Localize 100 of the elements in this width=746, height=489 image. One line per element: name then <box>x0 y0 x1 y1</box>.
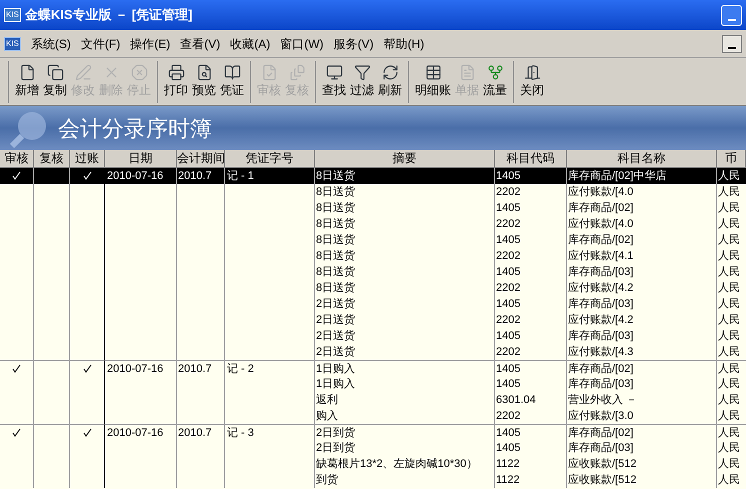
table-cell: 1405 <box>496 234 520 246</box>
table-cell: 人民 <box>718 346 740 358</box>
toolbar-button[interactable]: 预览 <box>190 64 218 99</box>
filter-icon <box>354 64 370 81</box>
table-row[interactable]: 返利 6301.04 营业外收入 － 人民 <box>0 392 746 408</box>
column-header[interactable]: 摘要 <box>315 150 495 167</box>
toolbar-button[interactable]: 流量 <box>481 64 509 99</box>
table-row[interactable]: 8日送货 1405 库存商品/[02] 人民 <box>0 232 746 248</box>
table-cell: 应付账款/[4.2 <box>568 314 634 326</box>
menu-item[interactable]: 操作(E) <box>130 34 170 52</box>
menu-item[interactable]: 系统(S) <box>30 34 71 52</box>
toolbar-button[interactable]: 打印 <box>162 64 190 99</box>
table-cell: 库存商品/[03] <box>568 298 634 310</box>
menu-item[interactable]: 服务(V) <box>334 34 374 52</box>
menu-item[interactable]: 帮助(H) <box>384 34 424 52</box>
table-cell: 库存商品/[03] <box>568 266 634 278</box>
table-cell: 人民 <box>718 410 740 422</box>
table-cell: 记 - 1 <box>227 170 254 182</box>
table-cell: 库存商品/[03] <box>568 442 634 454</box>
column-header[interactable]: 过账 <box>70 150 105 167</box>
table-row[interactable]: 8日送货 1405 库存商品/[02] 人民 <box>0 200 746 216</box>
table-cell: 应付账款/[4.0 <box>568 218 634 230</box>
column-header[interactable]: 凭证字号 <box>225 150 315 167</box>
toolbar-button[interactable]: 凭证 <box>218 64 246 99</box>
table-cell: 应付账款/[4.1 <box>568 250 634 262</box>
menu-item[interactable]: 查看(V) <box>180 34 220 52</box>
table-row[interactable]: 8日送货 2202 应付账款/[4.0 人民 <box>0 216 746 232</box>
table-cell: 2010.7 <box>178 427 212 439</box>
column-header[interactable]: 日期 <box>105 150 177 167</box>
table-cell: 人民 <box>718 394 740 406</box>
menu-item[interactable]: 收藏(A) <box>230 34 270 52</box>
table-row[interactable]: 8日送货 2202 应付账款/[4.0 人民 <box>0 184 746 200</box>
printer-icon <box>168 64 184 81</box>
minimize-button[interactable] <box>722 34 742 52</box>
toolbar-button[interactable]: 关闭 <box>518 64 546 99</box>
table-cell: 1405 <box>496 330 520 342</box>
table-cell: 8日送货 <box>316 282 356 294</box>
toolbar-button[interactable]: 复制 <box>41 64 69 99</box>
monitor-icon <box>326 64 342 81</box>
table-cell: 2日送货 <box>316 314 356 326</box>
table-row[interactable]: 8日送货 2202 应付账款/[4.2 人民 <box>0 280 746 296</box>
table-cell: 2010-07-16 <box>107 170 164 182</box>
table-row[interactable]: 2010-07-16 2010.7 记 - 2 1日购入 1405 库存商品/[02] 人民 <box>0 360 746 376</box>
table-cell: 人民 <box>718 282 740 294</box>
table-cell: 1405 <box>496 427 520 439</box>
table-cell: 营业外收入 － <box>568 394 638 406</box>
app-logo: KIS <box>4 36 21 50</box>
table-cell: 应收账款/[512 <box>568 458 636 470</box>
toolbar-button[interactable]: 过滤 <box>348 64 376 99</box>
column-header[interactable]: 科目名称 <box>567 150 717 167</box>
window-title: 金蝶KIS专业版 － [凭证管理] <box>24 6 192 24</box>
table-cell: 应付账款/[4.0 <box>568 186 634 198</box>
table-cell: 1405 <box>496 266 520 278</box>
table-cell: 库存商品/[02] <box>568 363 634 375</box>
column-header[interactable]: 复核 <box>34 150 70 167</box>
table-cell: 缺葛根片13*2、左旋肉碱10*30） <box>316 458 478 470</box>
table-row[interactable]: 2日送货 2202 应付账款/[4.2 人民 <box>0 312 746 328</box>
table-cell: 人民 <box>718 250 740 262</box>
table-row[interactable]: 2日到货 1405 库存商品/[03] 人民 <box>0 440 746 456</box>
table-cell: 8日送货 <box>316 266 356 278</box>
table-row[interactable]: 8日送货 1405 库存商品/[03] 人民 <box>0 264 746 280</box>
toolbar-button[interactable]: 明细账 <box>413 64 453 99</box>
toolbar-button[interactable]: 刷新 <box>376 64 404 99</box>
table-cell: 人民 <box>718 218 740 230</box>
table-cell: 1405 <box>496 170 520 182</box>
column-header[interactable]: 科目代码 <box>495 150 567 167</box>
table-cell: 人民 <box>718 186 740 198</box>
table-row[interactable]: 2日送货 1405 库存商品/[03] 人民 <box>0 328 746 344</box>
toolbar-button[interactable]: 新增 <box>13 64 41 99</box>
table-cell: 8日送货 <box>316 234 356 246</box>
blank-page-icon <box>18 64 36 81</box>
table-cell: 返利 <box>316 394 338 406</box>
table-row[interactable]: 到货 1122 应收账款/[512 人民 <box>0 472 746 488</box>
table-row[interactable]: 1日购入 1405 库存商品/[03] 人民 <box>0 376 746 392</box>
table-cell: 2010.7 <box>178 170 212 182</box>
table-cell: 2202 <box>496 314 520 326</box>
menu-item[interactable]: 文件(F) <box>80 34 120 52</box>
document-icon <box>458 64 476 81</box>
table-cell: 库存商品/[02] <box>568 202 634 214</box>
column-header[interactable]: 会计期间 <box>177 150 225 167</box>
table-cell: 库存商品/[02] <box>568 234 634 246</box>
table-cell: 应付账款/[4.3 <box>568 346 634 358</box>
table-cell: 人民 <box>718 458 740 470</box>
table-cell: 1405 <box>496 202 520 214</box>
table-row[interactable]: 2010-07-16 2010.7 记 - 1 8日送货 1405 库存商品/[02]中华店 人民 <box>0 168 746 184</box>
table-cell: 购入 <box>316 410 338 422</box>
column-header[interactable]: 审核 <box>0 150 34 167</box>
menu-item[interactable]: 窗口(W) <box>280 34 324 52</box>
table-row[interactable]: 2日送货 1405 库存商品/[03] 人民 <box>0 296 746 312</box>
table-cell: 1122 <box>496 474 520 486</box>
column-header[interactable]: 币 <box>717 150 746 167</box>
table-row[interactable]: 2010-07-16 2010.7 记 - 3 2日到货 1405 库存商品/[02] 人民 <box>0 424 746 440</box>
table-cell: 2日送货 <box>316 330 356 342</box>
table-row[interactable]: 购入 2202 应付账款/[3.0 人民 <box>0 408 746 424</box>
toolbar-button[interactable]: 查找 <box>320 64 348 99</box>
table-row[interactable]: 2日送货 2202 应付账款/[4.3 人民 <box>0 344 746 360</box>
table-row[interactable]: 8日送货 2202 应付账款/[4.1 人民 <box>0 248 746 264</box>
table-cell: 2日到货 <box>316 427 356 439</box>
table-cell: 人民 <box>718 442 740 454</box>
table-row[interactable]: 缺葛根片13*2、左旋肉碱10*30） 1122 应收账款/[512 人民 <box>0 456 746 472</box>
